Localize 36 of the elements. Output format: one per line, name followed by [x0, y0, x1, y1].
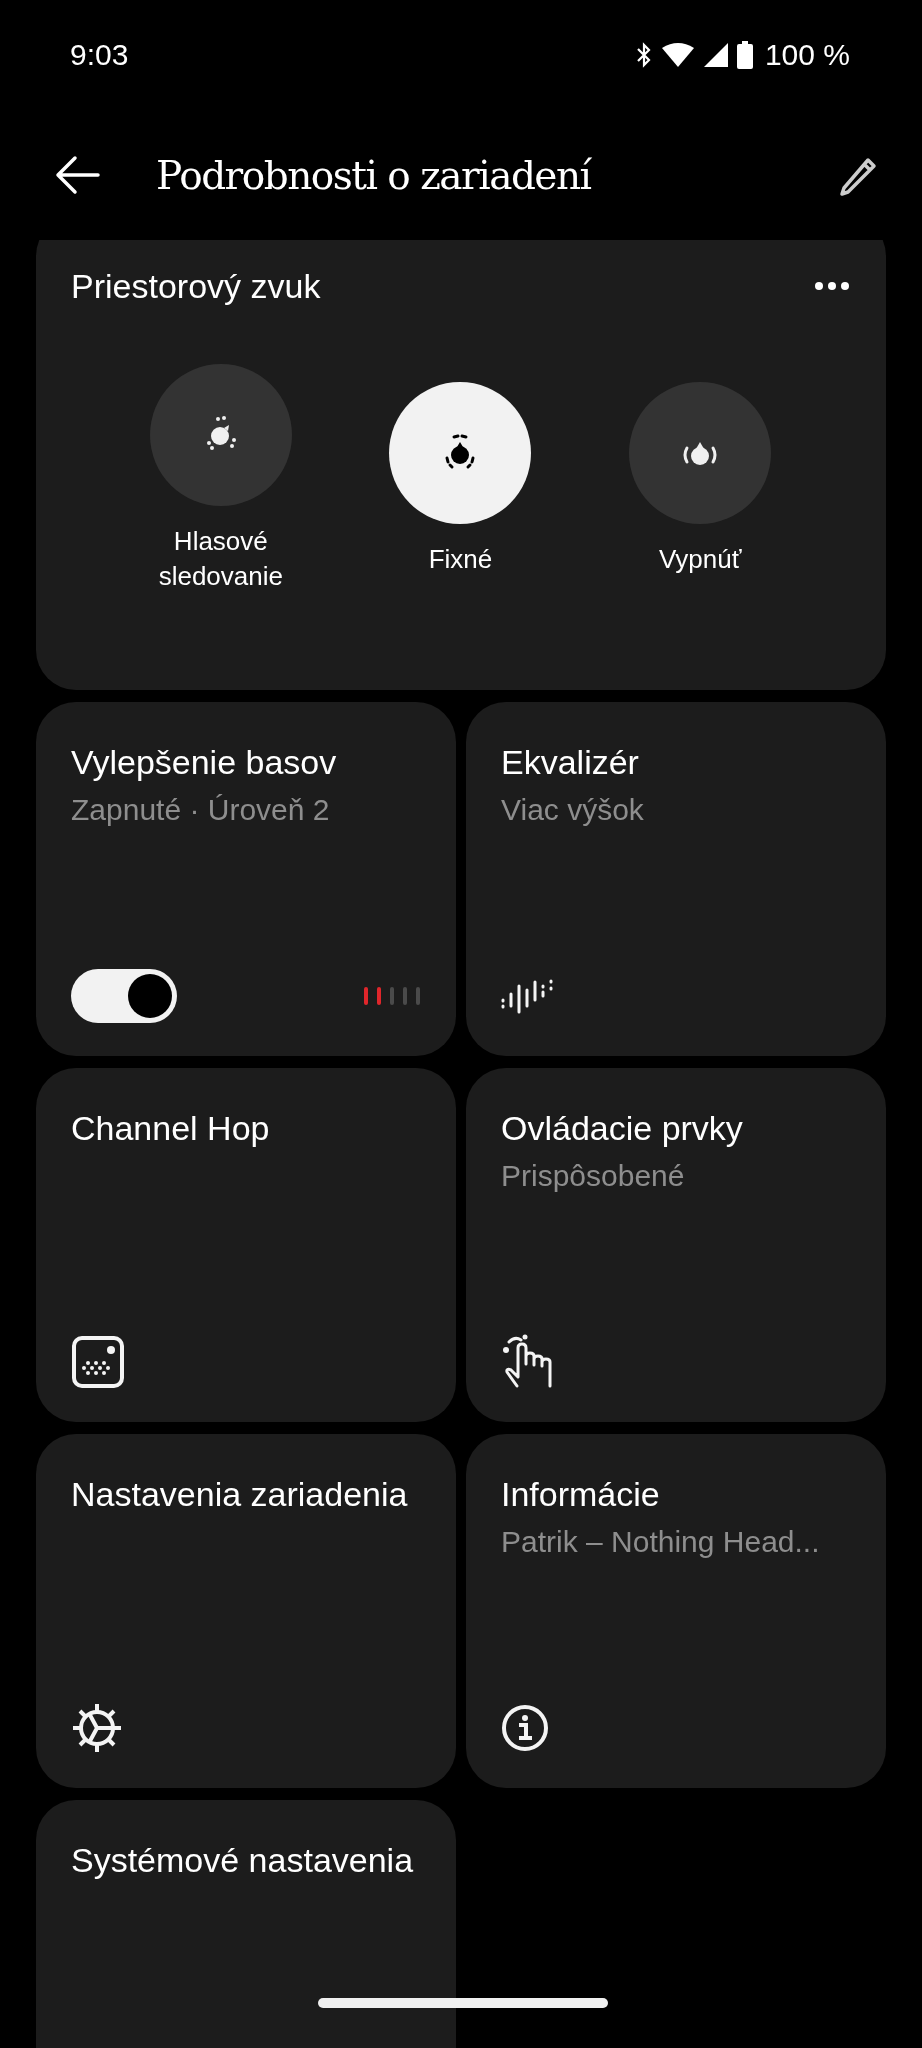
bluetooth-icon: [634, 42, 653, 68]
card-subtitle: Patrik – Nothing Head...: [501, 1524, 821, 1560]
info-icon: [501, 1704, 549, 1752]
settings-card[interactable]: Vylepšenie basov Zapnuté · Úroveň 2: [36, 702, 456, 1056]
card-title: Nastavenia zariadenia: [71, 1474, 409, 1515]
more-icon[interactable]: [814, 281, 850, 291]
mode-label: Hlasové sledovanie: [157, 525, 284, 593]
card-title: Ovládacie prvky: [501, 1108, 744, 1149]
card-title: Ekvalizér: [501, 742, 640, 783]
hand-tap-icon: [501, 1334, 555, 1390]
card-subtitle: Viac výšok: [501, 792, 645, 828]
settings-card[interactable]: Informácie Patrik – Nothing Head...: [466, 1434, 886, 1788]
settings-card[interactable]: Nastavenia zariadenia: [36, 1434, 456, 1788]
wifi-icon: [660, 42, 695, 68]
toggle-switch[interactable]: [71, 969, 177, 1023]
card-title: Informácie: [501, 1474, 661, 1515]
battery-icon: [736, 41, 753, 69]
card-subtitle: Prispôsobené: [501, 1158, 686, 1194]
card-title: Vylepšenie basov: [71, 742, 338, 783]
settings-card[interactable]: Ovládacie prvky Prispôsobené: [466, 1068, 886, 1422]
mode-label: Vypnúť: [658, 542, 742, 576]
status-time: 9:03: [70, 38, 129, 72]
page-title: Podrobnosti o zariadení: [156, 152, 593, 198]
settings-card[interactable]: Channel Hop: [36, 1068, 456, 1422]
mode-label: Fixné: [428, 542, 493, 576]
settings-card[interactable]: Ekvalizér Viac výšok: [466, 702, 886, 1056]
settings-icon: [71, 1702, 123, 1754]
card-title: Systémové nastavenia: [71, 1840, 415, 1881]
card-subtitle: Zapnuté · Úroveň 2: [71, 792, 331, 828]
card-title: Channel Hop: [71, 1108, 271, 1149]
card-title: Priestorový zvuk: [71, 266, 321, 307]
signal-icon: [702, 42, 729, 68]
dice-icon: [71, 1335, 125, 1389]
battery-percent: 100 %: [764, 38, 850, 72]
equalizer-icon: [501, 978, 553, 1014]
settings-card[interactable]: Systémové nastavenia: [36, 1800, 456, 2048]
